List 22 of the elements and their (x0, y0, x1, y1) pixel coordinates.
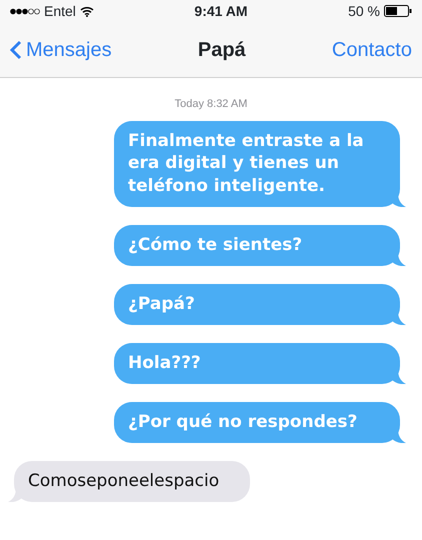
bubble-tail-icon (392, 370, 406, 384)
sent-message: Finalmente entraste a la era digital y tienes un teléfono inteligente. (114, 120, 406, 208)
carrier-name: Entel (44, 2, 76, 20)
message-timestamp: Today 8:32 AM (174, 97, 248, 112)
sent-message: ¿Papá? (114, 284, 406, 326)
bubble-tail-icon (392, 311, 406, 326)
sent-message: ¿Por qué no respondes? (114, 402, 406, 444)
wifi-icon (80, 6, 94, 16)
contact-title: Papá (198, 38, 246, 62)
clock-time: 9:41 AM (194, 2, 248, 20)
bubble-tail-icon (392, 429, 406, 444)
sent-message: Hola??? (114, 343, 406, 384)
back-chevron-icon (10, 40, 22, 60)
battery-percent: 50 % (348, 2, 380, 20)
received-message: Comoseponeelespacio (8, 461, 250, 502)
signal-icon (10, 8, 40, 14)
sent-message: ¿Cómo te sientes? (114, 225, 406, 266)
back-button[interactable]: Mensajes (10, 34, 112, 64)
bubble-tail-icon (392, 252, 406, 266)
battery-icon (384, 5, 412, 17)
bubble-tail-icon (392, 193, 406, 208)
contact-button[interactable]: Contacto (332, 34, 412, 64)
